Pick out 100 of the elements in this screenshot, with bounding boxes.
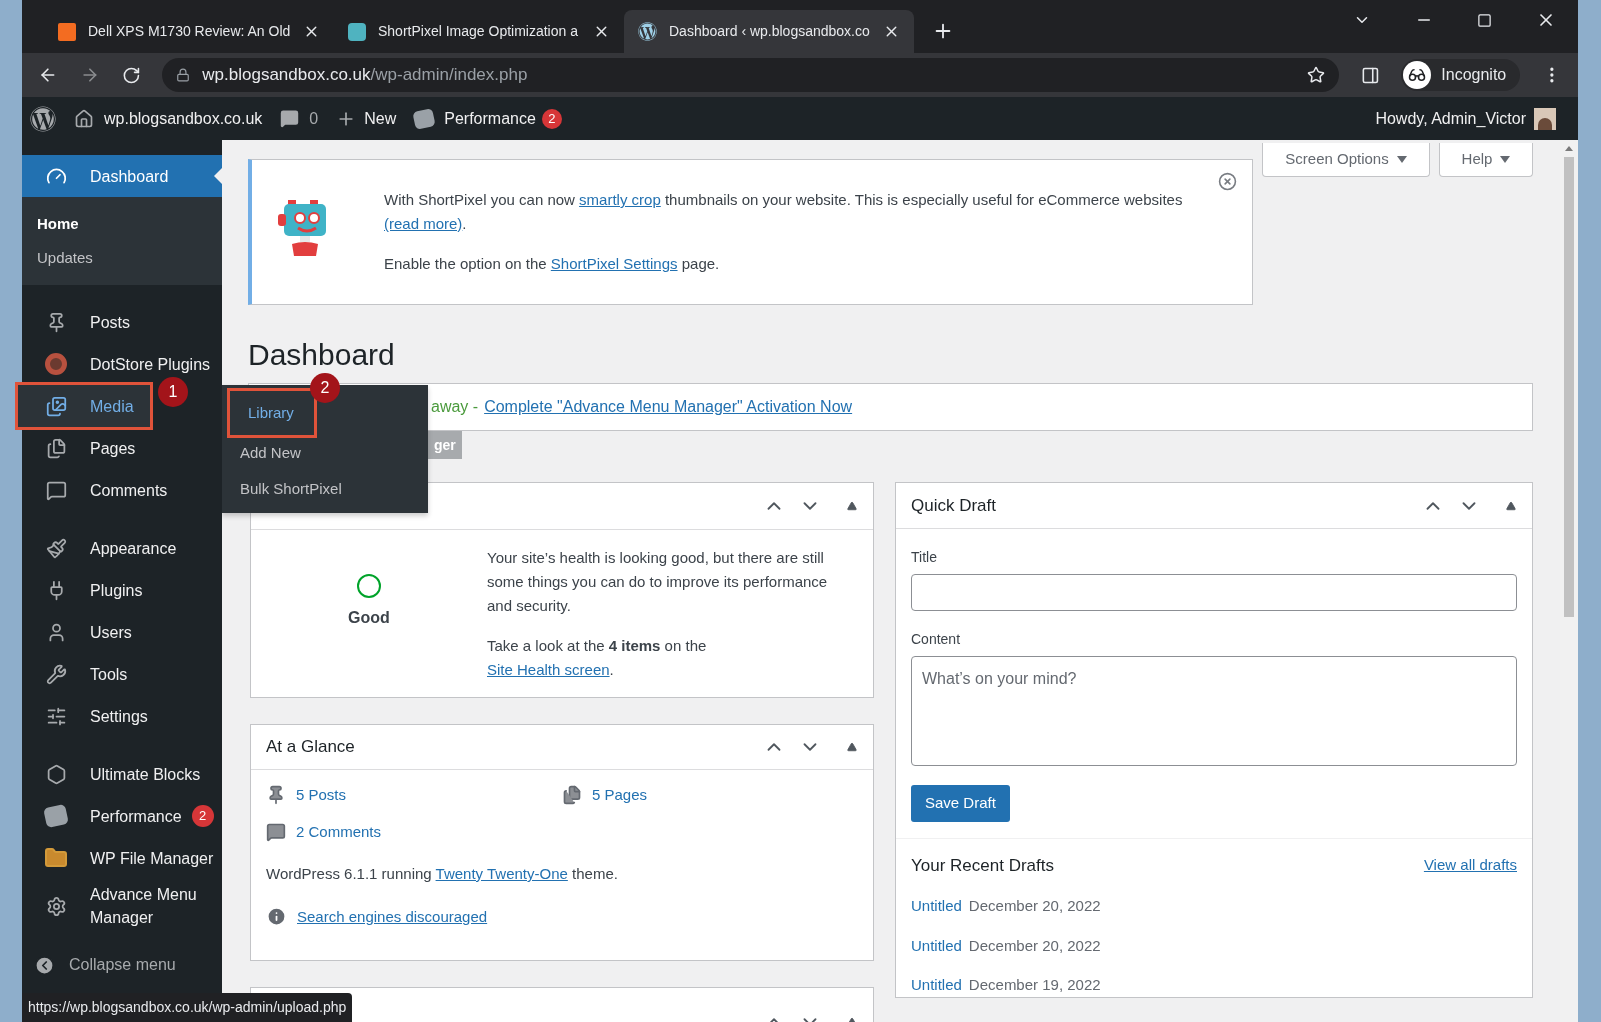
count-link[interactable]: 5 Pages [592, 784, 648, 807]
content-field[interactable]: What’s on your mind? [911, 656, 1517, 766]
submenu-item[interactable]: Add New [222, 435, 428, 471]
submenu-item[interactable]: Home [22, 207, 222, 241]
warning-link[interactable]: Search engines discouraged [297, 905, 488, 928]
target-icon [45, 353, 67, 375]
comment-icon [266, 821, 286, 842]
sidebar-item[interactable]: Pages [22, 427, 222, 469]
submenu-item[interactable]: Bulk ShortPixel [222, 471, 428, 507]
dismiss-icon[interactable] [1218, 172, 1237, 191]
collapse-link[interactable]: Collapse menu [69, 953, 176, 977]
gear-icon [45, 895, 67, 917]
site-icon [58, 22, 76, 41]
health-status: Good [348, 608, 390, 628]
address-field[interactable]: wp.blogsandbox.co.uk/wp-admin/index.php [162, 58, 1339, 92]
tag-label: ger [428, 431, 462, 459]
plugin-icon [348, 22, 366, 41]
notice-link[interactable]: ShortPixel Settings [550, 255, 678, 272]
collapse-icon[interactable] [847, 742, 857, 752]
page-title: Dashboard [248, 337, 396, 373]
collapse-icon[interactable] [34, 954, 55, 976]
notice-link[interactable]: smartly crop [579, 191, 661, 208]
status-ring-icon [357, 574, 381, 598]
card-title: Quick Draft [911, 494, 997, 517]
tab-title: Dashboard ‹ wp.blogsandbox.co [669, 22, 870, 41]
title-field[interactable] [911, 574, 1517, 611]
draft-date: December 20, 2022 [968, 896, 1101, 916]
incognito-icon [1408, 66, 1427, 84]
brush-icon [45, 537, 67, 559]
theme-link[interactable]: Twenty Twenty-One [435, 865, 568, 882]
comment-count[interactable]: 0 [309, 106, 319, 131]
sidebar-item[interactable]: Dashboard [22, 155, 222, 197]
wrench-icon [45, 663, 67, 685]
count-link[interactable]: 2 Comments [296, 820, 382, 843]
profile-button[interactable]: Incognito [1401, 59, 1521, 91]
draft-link[interactable]: Untitled [911, 895, 962, 918]
home-icon [74, 108, 94, 129]
hexagon-icon [45, 763, 67, 785]
pages-icon [562, 785, 582, 806]
screen-options-button[interactable]: Screen Options [1262, 143, 1430, 177]
site-health-link[interactable]: Site Health screen [487, 661, 610, 678]
performance-link[interactable]: Performance [444, 106, 536, 131]
view-all-link[interactable]: View all drafts [1423, 854, 1517, 877]
collapse-icon[interactable] [847, 501, 857, 511]
sidebar-item[interactable]: Posts [22, 301, 222, 343]
site-link[interactable]: wp.blogsandbox.co.uk [104, 106, 263, 131]
wordpress-icon [638, 22, 657, 41]
scrollbar-thumb[interactable] [1564, 157, 1574, 617]
side-panel-icon[interactable] [1360, 65, 1380, 85]
sidebar-item[interactable]: Ultimate Blocks [22, 753, 222, 795]
health-summary: Your site’s health is looking good, but there are still some things you can do to improve its performance and security. [487, 548, 829, 616]
version-text: WordPress 6.1.1 running Twenty Twenty-One theme. [266, 864, 619, 884]
reload-icon[interactable] [121, 65, 141, 85]
tab-title: Dell XPS M1730 Review: An Old [88, 22, 291, 41]
maximize-icon[interactable] [1477, 12, 1492, 28]
field-label: Content [911, 630, 962, 649]
count-link[interactable]: 5 Posts [296, 784, 347, 807]
pin-icon [266, 785, 286, 806]
sidebar-item[interactable]: Appearance [22, 527, 222, 569]
sidebar-item[interactable]: Advance Menu Manager [22, 879, 222, 933]
comment-icon [280, 109, 300, 128]
activation-link[interactable]: Complete "Advance Menu Manager" Activation Now [484, 395, 853, 419]
draft-link[interactable]: Untitled [911, 934, 962, 957]
new-link[interactable]: New [364, 106, 397, 131]
info-icon [266, 906, 287, 928]
sidebar-item[interactable]: Comments [22, 469, 222, 511]
sidebar-item[interactable]: Media [18, 385, 150, 427]
browser-tab[interactable]: Dell XPS M1730 Review: An Old [44, 10, 334, 53]
url-path: /wp-admin/index.php [370, 64, 528, 87]
sliders-icon [45, 705, 67, 727]
notice-text: Enable the option on the ShortPixel Settings page. [384, 254, 721, 274]
field-label: Title [911, 548, 938, 567]
section-heading: Your Recent Drafts [911, 854, 1054, 877]
wordpress-icon[interactable] [30, 105, 56, 132]
collapse-icon[interactable] [1506, 500, 1516, 511]
avatar [1534, 107, 1556, 130]
sidebar-item[interactable]: WP File Manager [22, 837, 222, 879]
greeting-link[interactable]: Howdy, Admin_Victor [1375, 106, 1526, 131]
health-prompt: Take a look at the 4 items on the Site Health screen. [487, 636, 708, 680]
sidebar-item[interactable]: Performance 2 [22, 795, 222, 837]
bookmark-icon[interactable] [1306, 66, 1325, 84]
card-title: At a Glance [266, 736, 355, 759]
draft-date: December 19, 2022 [968, 975, 1101, 995]
browser-tab[interactable]: ShortPixel Image Optimization a [334, 10, 624, 53]
notice-text: With ShortPixel you can now smartly crop thumbnails on your website. This is especially useful for eCommerce websites (read more). [384, 190, 1184, 234]
sidebar-item[interactable]: Tools [22, 653, 222, 695]
draft-link[interactable]: Untitled [911, 974, 962, 997]
sidebar-item[interactable]: Plugins [22, 569, 222, 611]
submenu-item[interactable]: Updates [22, 241, 222, 275]
comment-icon [45, 479, 67, 501]
lock-icon [176, 68, 191, 82]
help-button[interactable]: Help [1439, 143, 1533, 177]
step-badge: 1 [158, 377, 188, 407]
save-draft-button[interactable]: Save Draft [911, 784, 1010, 822]
folder-icon [44, 846, 68, 870]
step-badge: 2 [310, 373, 340, 403]
sidebar-item[interactable]: Users [22, 611, 222, 653]
browser-tab[interactable]: Dashboard ‹ wp.blogsandbox.co [624, 10, 914, 53]
sidebar-item[interactable]: Settings [22, 695, 222, 737]
notification-badge: 2 [191, 805, 214, 827]
